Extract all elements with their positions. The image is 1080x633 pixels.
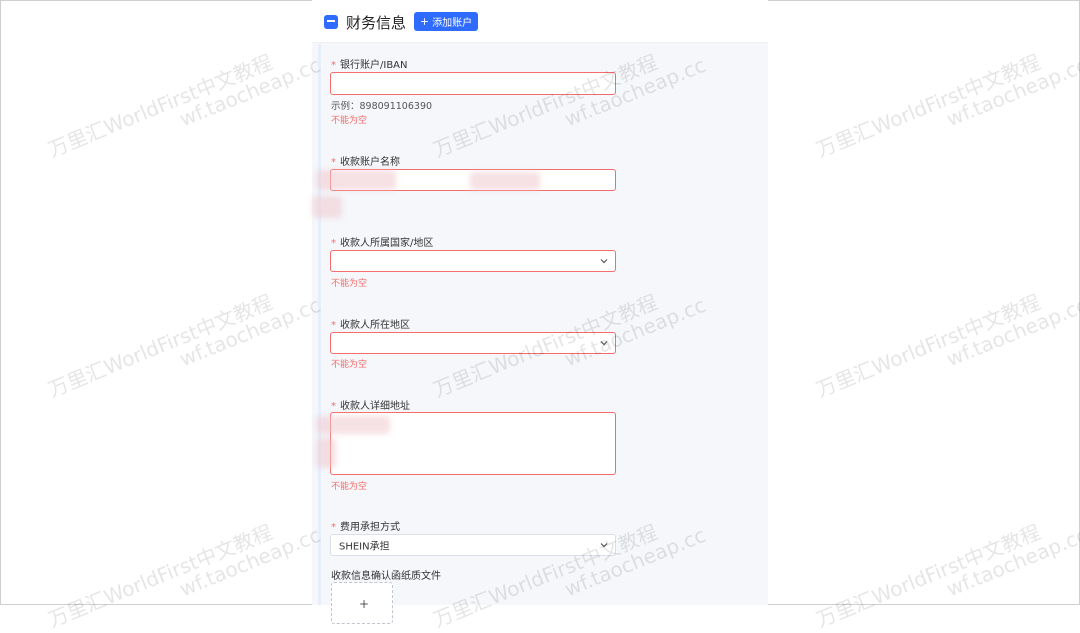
chevron-down-icon	[600, 341, 608, 346]
iban-error: 不能为空	[331, 116, 368, 126]
fee-label: * 费用承担方式	[331, 522, 400, 533]
redaction-blur	[316, 438, 336, 468]
file-label: 收款信息确认函纸质文件	[331, 571, 441, 582]
country-select[interactable]	[330, 250, 616, 272]
iban-label: * 银行账户/IBAN	[331, 60, 408, 71]
country-error: 不能为空	[331, 279, 368, 289]
iban-hint: 示例：898091106390	[331, 101, 433, 112]
redaction-blur	[316, 416, 390, 434]
section-accent	[318, 44, 321, 605]
iban-input[interactable]	[330, 72, 616, 95]
file-upload[interactable]: +	[331, 582, 393, 624]
add-account-label: 添加账户	[432, 18, 473, 29]
redaction-blur	[312, 196, 342, 218]
fee-select[interactable]: SHEIN承担	[330, 534, 616, 556]
card-icon	[324, 15, 338, 29]
region-label: * 收款人所在地区	[331, 320, 410, 331]
account-name-label: * 收款账户名称	[331, 157, 400, 168]
chevron-down-icon	[600, 259, 608, 264]
upload-plus-icon: +	[359, 597, 370, 611]
chevron-down-icon	[600, 543, 608, 548]
add-account-button[interactable]: + 添加账户	[414, 12, 478, 31]
redaction-blur	[316, 170, 396, 190]
fee-select-value: SHEIN承担	[339, 541, 390, 553]
address-label: * 收款人详细地址	[331, 401, 410, 412]
section-title: 财务信息	[346, 14, 407, 32]
region-error: 不能为空	[331, 360, 368, 370]
address-error: 不能为空	[331, 482, 368, 492]
plus-icon: +	[419, 15, 430, 28]
region-select[interactable]	[330, 332, 616, 354]
redaction-blur	[470, 172, 540, 190]
country-label: * 收款人所属国家/地区	[331, 238, 434, 249]
